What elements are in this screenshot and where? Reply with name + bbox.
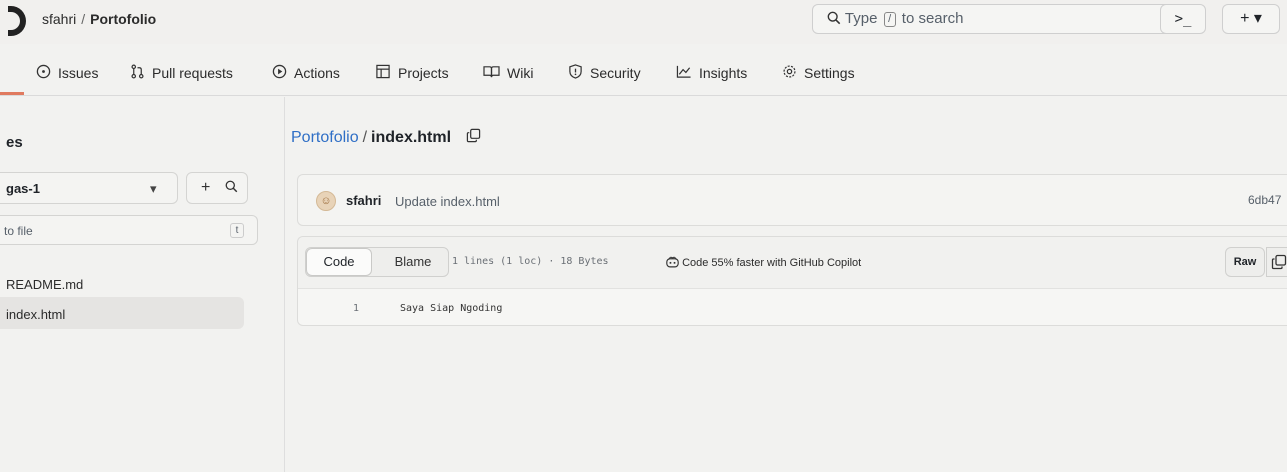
repo-link[interactable]: Portofolio [90, 11, 156, 27]
tab-label: Actions [294, 65, 340, 81]
security-icon [568, 64, 583, 82]
branch-selector[interactable]: gas-1 ▾ [0, 172, 178, 204]
file-tree-item-readme[interactable]: README.md [6, 277, 83, 292]
insights-icon [676, 64, 692, 82]
copy-raw-button[interactable] [1266, 247, 1287, 277]
global-header: sfahri / Portofolio Type / to search >_ + … [0, 0, 1287, 44]
command-palette-button[interactable]: >_ [1160, 4, 1206, 34]
tab-blame[interactable]: Blame [380, 248, 446, 276]
context-separator: / [81, 11, 86, 27]
raw-button[interactable]: Raw [1225, 247, 1265, 277]
commit-author[interactable]: sfahri [346, 193, 381, 208]
wiki-icon [483, 64, 500, 82]
repo-nav: Issues Pull requests Actions Projects Wi… [0, 52, 1287, 96]
file-meta: 1 lines (1 loc) · 18 Bytes [452, 256, 609, 267]
tab-label: Pull requests [152, 65, 233, 81]
copy-path-icon[interactable] [466, 128, 480, 143]
breadcrumb-repo-link[interactable]: Portofolio [291, 129, 359, 146]
tab-label: Wiki [507, 65, 534, 81]
pull-request-icon [130, 64, 145, 82]
github-logo-icon[interactable] [8, 6, 26, 36]
tab-label: Settings [804, 65, 855, 81]
actions-icon [272, 64, 287, 82]
latest-commit-bar: ☺ sfahri Update index.html 6db47 [297, 174, 1287, 226]
search-input[interactable]: Type / to search [812, 4, 1172, 34]
tab-settings[interactable]: Settings [782, 64, 855, 82]
tab-label: Insights [699, 65, 748, 81]
tab-security[interactable]: Security [568, 64, 641, 82]
tab-label: Security [590, 65, 641, 81]
repo-context: sfahri / Portofolio [42, 11, 156, 27]
commit-message[interactable]: Update index.html [395, 194, 500, 209]
line-number[interactable]: 1 [353, 303, 359, 314]
tab-issues[interactable]: Issues [36, 64, 98, 82]
file-viewer: Code Blame 1 lines (1 loc) · 18 Bytes Co… [297, 236, 1287, 326]
code-line: Saya Siap Ngoding [400, 303, 503, 314]
copilot-icon [666, 256, 679, 269]
search-prefix: Type [844, 10, 878, 27]
tab-actions[interactable]: Actions [272, 64, 340, 82]
tab-label: Issues [58, 65, 99, 81]
owner-link[interactable]: sfahri [42, 11, 76, 27]
create-new-button[interactable]: + ▾ [1222, 4, 1280, 34]
tab-label: Projects [398, 65, 449, 81]
commit-sha[interactable]: 6db47 [1248, 193, 1281, 207]
copy-icon [1267, 254, 1287, 274]
chevron-down-icon: ▾ [150, 181, 157, 196]
sidebar-title: es [6, 134, 23, 151]
file-tree-item-index[interactable]: index.html [6, 307, 65, 322]
tab-projects[interactable]: Projects [375, 64, 449, 82]
file-tree-sidebar: es gas-1 ▾ + to file t README.md index.h… [0, 97, 285, 472]
tab-insights[interactable]: Insights [676, 64, 747, 82]
view-toggle: Code Blame [305, 247, 449, 277]
breadcrumb: Portofolio / index.html [291, 127, 480, 147]
tab-code[interactable]: Code [306, 248, 372, 276]
avatar[interactable]: ☺ [316, 191, 336, 211]
issue-icon [36, 64, 51, 82]
search-shortcut-key: / [883, 11, 896, 27]
add-file-icon[interactable]: + [201, 173, 210, 203]
search-suffix: to search [901, 10, 964, 27]
sidebar-actions: + [186, 172, 248, 204]
projects-icon [375, 64, 391, 82]
file-toolbar: Code Blame 1 lines (1 loc) · 18 Bytes Co… [298, 237, 1287, 289]
goto-shortcut-key: t [230, 223, 244, 238]
branch-name: gas-1 [6, 181, 40, 196]
tab-wiki[interactable]: Wiki [483, 64, 533, 82]
go-to-file-input[interactable]: to file t [0, 215, 258, 245]
copilot-promo[interactable]: Code 55% faster with GitHub Copilot [666, 256, 861, 269]
breadcrumb-separator: / [362, 129, 368, 146]
tab-pull-requests[interactable]: Pull requests [130, 64, 233, 82]
search-icon[interactable] [225, 173, 238, 203]
search-icon [827, 10, 845, 27]
active-tab-underline [0, 92, 24, 95]
breadcrumb-file: index.html [371, 129, 452, 146]
settings-icon [782, 64, 797, 82]
copilot-text: Code 55% faster with GitHub Copilot [682, 257, 862, 269]
go-to-file-placeholder: to file [4, 224, 33, 238]
